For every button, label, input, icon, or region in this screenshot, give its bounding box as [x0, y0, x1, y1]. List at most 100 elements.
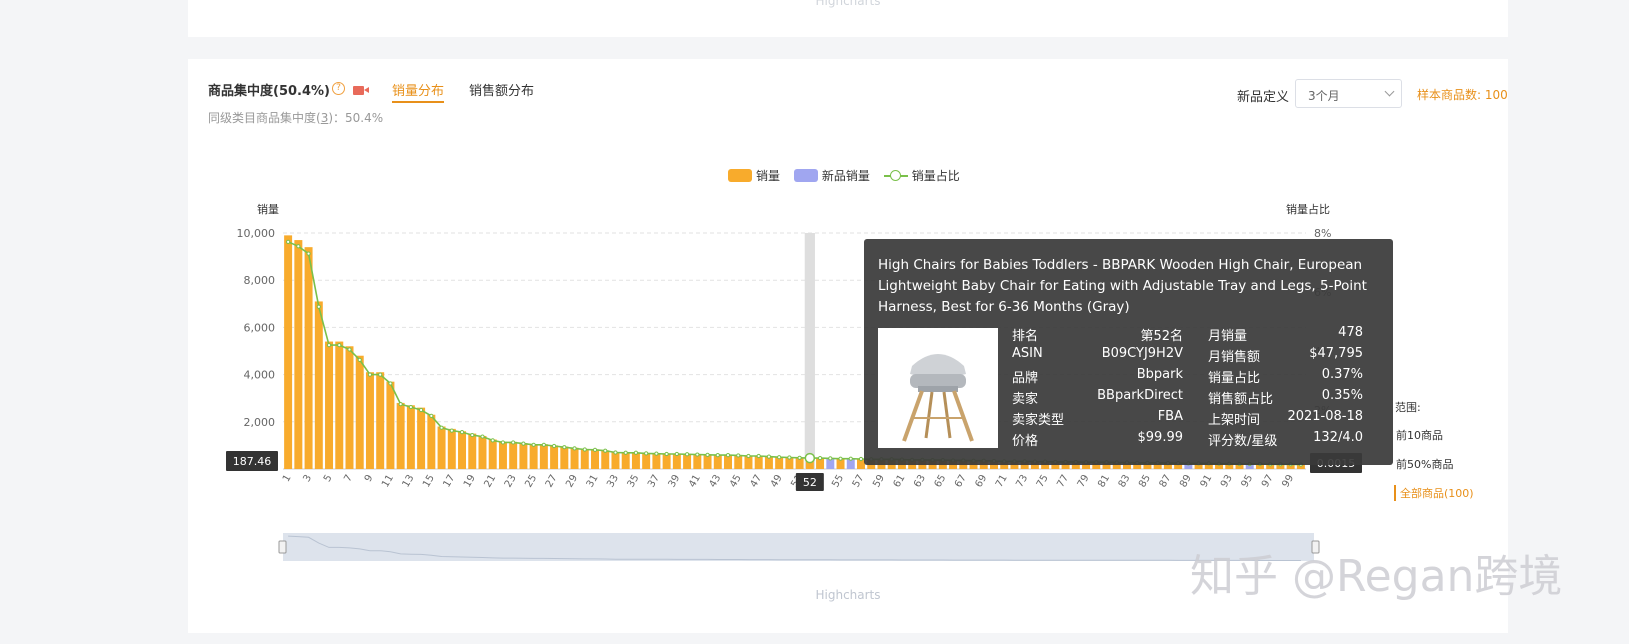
- x-tick-label: 47: [748, 473, 764, 490]
- share-point: [378, 372, 383, 377]
- volume-bar: [365, 372, 374, 469]
- x-tick-label: 23: [503, 473, 519, 490]
- x-tick-label: 69: [973, 473, 989, 490]
- tooltip-row: 卖家 BBparkDirect 销售额占比 0.35%: [1012, 388, 1363, 407]
- share-point: [684, 452, 690, 457]
- x-tick-label: 61: [892, 473, 908, 490]
- share-point: [367, 372, 373, 377]
- share-point: [388, 381, 393, 386]
- volume-bar: [478, 435, 487, 469]
- share-point: [572, 446, 577, 451]
- share-point: [316, 304, 321, 309]
- share-point: [306, 251, 311, 256]
- share-point: [838, 456, 843, 461]
- share-point: [592, 447, 598, 452]
- tooltip-row: 价格 $99.99 评分数/星级 132/4.0: [1012, 430, 1363, 449]
- share-point: [603, 448, 608, 453]
- x-tick-label: 45: [728, 473, 744, 490]
- share-point: [582, 447, 587, 452]
- x-tick-label: 5: [322, 473, 335, 484]
- x-tick-label: 3: [301, 473, 314, 484]
- volume-bar: [529, 444, 538, 469]
- share-point: [347, 347, 352, 352]
- product-tooltip: High Chairs for Babies Toddlers - BBPARK…: [864, 239, 1393, 465]
- y-tick-label: 4,000: [244, 369, 276, 382]
- share-point: [449, 428, 454, 433]
- tooltip-product-title: High Chairs for Babies Toddlers - BBPARK…: [878, 257, 1367, 315]
- x-tick-label: 37: [646, 473, 662, 490]
- volume-bar: [376, 372, 385, 469]
- x-tick-label: 73: [1014, 473, 1030, 490]
- x-tick-label: 57: [851, 473, 867, 490]
- tooltip-row: 品牌 Bbpark 销量占比 0.37%: [1012, 367, 1363, 386]
- share-point: [817, 455, 823, 461]
- share-point: [725, 453, 731, 458]
- volume-bar: [284, 235, 293, 469]
- volume-bar: [294, 240, 303, 469]
- x-tick-label: 99: [1280, 473, 1296, 490]
- crosshair-y-label: 187.46: [233, 455, 272, 468]
- x-tick-label: 67: [953, 473, 969, 490]
- share-point: [408, 404, 413, 410]
- share-point: [419, 407, 424, 413]
- x-tick-label: 1: [281, 473, 294, 484]
- tooltip-details: 排名 第52名 月销量 478 ASIN B09CYJ9H2V 月销售额 $47,795 品…: [1012, 325, 1377, 451]
- range-top50pct[interactable]: 前50%商品: [1396, 456, 1453, 472]
- volume-bar: [570, 447, 579, 469]
- share-point: [756, 453, 761, 459]
- x-tick-label: 33: [605, 473, 621, 490]
- volume-bar: [325, 341, 334, 469]
- x-tick-label: 79: [1076, 473, 1092, 490]
- share-point: [654, 451, 659, 456]
- x-tick-label: 75: [1035, 473, 1051, 490]
- share-point: [562, 445, 567, 450]
- volume-bar: [437, 426, 446, 469]
- x-tick-label: 93: [1219, 473, 1235, 490]
- range-title: 范围:: [1395, 401, 1421, 414]
- volume-bar: [304, 247, 313, 469]
- share-point: [623, 450, 628, 455]
- share-point: [429, 413, 434, 418]
- share-point: [480, 434, 485, 439]
- range-all[interactable]: 全部商品(100): [1394, 485, 1474, 501]
- share-point: [633, 450, 639, 455]
- x-tick-label: 97: [1260, 473, 1276, 490]
- share-point: [613, 450, 618, 455]
- x-tick-label: 83: [1117, 473, 1133, 490]
- tooltip-row: 卖家类型 FBA 上架时间 2021-08-18: [1012, 409, 1363, 428]
- x-tick-label: 71: [994, 473, 1010, 490]
- share-point: [326, 343, 332, 348]
- x-tick-label: 91: [1199, 473, 1215, 490]
- x-tick-label: 77: [1055, 473, 1071, 490]
- x-tick-label: 85: [1137, 473, 1153, 490]
- volume-bar: [519, 443, 528, 469]
- volume-bar: [355, 355, 364, 469]
- volume-bar: [386, 381, 395, 469]
- x-tick-label: 81: [1096, 473, 1112, 490]
- volume-bar: [458, 431, 467, 469]
- range-top10[interactable]: 前10商品: [1396, 427, 1443, 443]
- volume-bar: [417, 407, 426, 469]
- share-point: [787, 455, 792, 460]
- share-point: [459, 430, 465, 435]
- share-point: [531, 442, 536, 447]
- navigator-window: [283, 533, 1314, 561]
- volume-bar: [335, 341, 344, 469]
- share-point: [674, 451, 679, 457]
- share-point: [695, 452, 700, 457]
- volume-bar: [560, 446, 569, 469]
- volume-bar: [488, 439, 497, 469]
- product-image: [878, 328, 998, 448]
- share-point: [296, 244, 301, 249]
- volume-bar: [468, 433, 477, 469]
- x-tick-label: 35: [626, 473, 642, 490]
- x-tick-label: 41: [687, 473, 703, 490]
- share-point: [766, 454, 772, 459]
- y-axis-title: 销量: [257, 202, 279, 216]
- share-point: [644, 451, 649, 456]
- x-tick-label: 25: [523, 473, 539, 490]
- watermark: 知乎 @Regan跨境: [1190, 551, 1563, 602]
- share-point: [715, 453, 720, 458]
- volume-bar: [427, 414, 436, 469]
- x-tick-label: 31: [585, 473, 601, 490]
